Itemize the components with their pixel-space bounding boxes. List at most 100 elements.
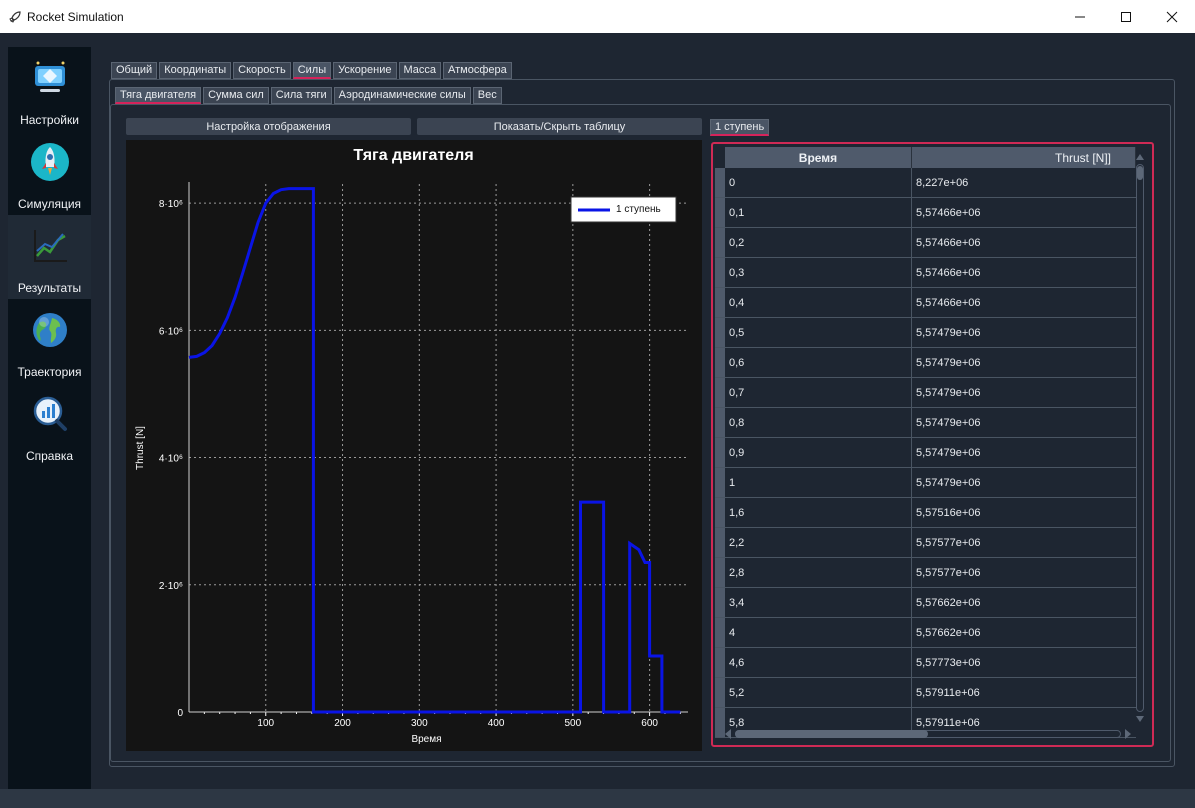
sidebar-item-trajectory[interactable]: Траектория [8,299,91,383]
thrust-cell[interactable]: 5,57662e+06 [912,618,1136,647]
thrust-cell[interactable]: 5,57466e+06 [912,258,1136,287]
time-cell[interactable]: 0,5 [725,318,912,347]
tab-aerodynamic-forces[interactable]: Аэродинамические силы [333,87,471,104]
thrust-cell[interactable]: 5,57479e+06 [912,438,1136,467]
table-row[interactable]: 0,5 5,57479e+06 [715,318,1136,348]
tab-atmosphere[interactable]: Атмосфера [443,62,512,79]
close-button[interactable] [1149,0,1195,33]
row-header[interactable] [715,618,725,647]
table-row[interactable]: 4,6 5,57773e+06 [715,648,1136,678]
column-header-thrust[interactable]: Thrust [N]] [912,147,1136,168]
time-cell[interactable]: 0,8 [725,408,912,437]
thrust-cell[interactable]: 5,57577e+06 [912,558,1136,587]
table-row[interactable]: 0,1 5,57466e+06 [715,198,1136,228]
tab-coordinates[interactable]: Координаты [159,62,232,79]
table-row[interactable]: 4 5,57662e+06 [715,618,1136,648]
table-row[interactable]: 3,4 5,57662e+06 [715,588,1136,618]
thrust-cell[interactable]: 5,57911e+06 [912,678,1136,707]
thrust-cell[interactable]: 8,227e+06 [912,168,1136,197]
sidebar-item-simulation[interactable]: Симуляция [8,131,91,215]
tab-general[interactable]: Общий [111,62,158,79]
thrust-cell[interactable]: 5,57479e+06 [912,468,1136,497]
thrust-cell[interactable]: 5,57577e+06 [912,528,1136,557]
horizontal-scroll-thumb[interactable] [735,730,928,738]
tab-velocity[interactable]: Скорость [233,62,291,79]
time-cell[interactable]: 1,6 [725,498,912,527]
tab-sum-of-forces[interactable]: Сумма сил [203,87,269,104]
sidebar-item-results[interactable]: Результаты [8,215,91,299]
row-header[interactable] [715,438,725,467]
table-row[interactable]: 0,8 5,57479e+06 [715,408,1136,438]
sidebar-item-settings[interactable]: Настройки [8,47,91,131]
table-row[interactable]: 0,6 5,57479e+06 [715,348,1136,378]
tab-weight[interactable]: Вес [472,87,502,104]
thrust-cell[interactable]: 5,57479e+06 [912,378,1136,407]
thrust-cell[interactable]: 5,57662e+06 [912,588,1136,617]
time-cell[interactable]: 0,4 [725,288,912,317]
table-row[interactable]: 1 5,57479e+06 [715,468,1136,498]
thrust-cell[interactable]: 5,57466e+06 [912,228,1136,257]
table-row[interactable]: 2,8 5,57577e+06 [715,558,1136,588]
row-header[interactable] [715,588,725,617]
table-row[interactable]: 0,3 5,57466e+06 [715,258,1136,288]
row-header[interactable] [715,678,725,707]
time-cell[interactable]: 4,6 [725,648,912,677]
column-header-time[interactable]: Время [725,147,912,168]
time-cell[interactable]: 5,2 [725,678,912,707]
time-cell[interactable]: 0,6 [725,348,912,377]
tab-mass[interactable]: Масса [398,62,442,79]
row-header[interactable] [715,498,725,527]
row-header[interactable] [715,168,725,197]
tab-stage-1[interactable]: 1 ступень [710,119,770,136]
row-header[interactable] [715,468,725,497]
vertical-scrollbar[interactable] [1134,150,1146,726]
minimize-button[interactable] [1057,0,1103,33]
row-header[interactable] [715,198,725,227]
row-header[interactable] [715,228,725,257]
row-header[interactable] [715,648,725,677]
row-header[interactable] [715,408,725,437]
time-cell[interactable]: 0,9 [725,438,912,467]
time-cell[interactable]: 0,2 [725,228,912,257]
time-cell[interactable]: 0,7 [725,378,912,407]
thrust-cell[interactable]: 5,57466e+06 [912,198,1136,227]
horizontal-scrollbar[interactable] [723,727,1133,741]
time-cell[interactable]: 0,3 [725,258,912,287]
time-cell[interactable]: 1 [725,468,912,497]
time-cell[interactable]: 4 [725,618,912,647]
time-cell[interactable]: 3,4 [725,588,912,617]
thrust-cell[interactable]: 5,57466e+06 [912,288,1136,317]
row-header[interactable] [715,558,725,587]
thrust-cell[interactable]: 5,57773e+06 [912,648,1136,677]
thrust-cell[interactable]: 5,57479e+06 [912,318,1136,347]
row-header[interactable] [715,348,725,377]
thrust-cell[interactable]: 5,57479e+06 [912,348,1136,377]
thrust-cell[interactable]: 5,57516e+06 [912,498,1136,527]
row-header[interactable] [715,318,725,347]
time-cell[interactable]: 0 [725,168,912,197]
time-cell[interactable]: 2,8 [725,558,912,587]
table-row[interactable]: 0 8,227e+06 [715,168,1136,198]
vertical-scroll-thumb[interactable] [1137,166,1143,180]
maximize-button[interactable] [1103,0,1149,33]
toggle-table-button[interactable]: Показать/Скрыть таблицу [417,118,702,135]
row-header[interactable] [715,378,725,407]
table-row[interactable]: 2,2 5,57577e+06 [715,528,1136,558]
sidebar-item-help[interactable]: Справка [8,383,91,467]
display-settings-button[interactable]: Настройка отображения [126,118,411,135]
thrust-cell[interactable]: 5,57479e+06 [912,408,1136,437]
row-header[interactable] [715,258,725,287]
tab-engine-thrust[interactable]: Тяга двигателя [115,87,202,104]
tab-thrust-force[interactable]: Сила тяги [270,87,332,104]
table-row[interactable]: 0,9 5,57479e+06 [715,438,1136,468]
table-row[interactable]: 5,2 5,57911e+06 [715,678,1136,708]
row-header[interactable] [715,288,725,317]
time-cell[interactable]: 2,2 [725,528,912,557]
table-row[interactable]: 0,2 5,57466e+06 [715,228,1136,258]
time-cell[interactable]: 0,1 [725,198,912,227]
table-row[interactable]: 1,6 5,57516e+06 [715,498,1136,528]
table-row[interactable]: 0,4 5,57466e+06 [715,288,1136,318]
table-row[interactable]: 0,7 5,57479e+06 [715,378,1136,408]
tab-forces[interactable]: Силы [292,62,332,79]
row-header[interactable] [715,528,725,557]
